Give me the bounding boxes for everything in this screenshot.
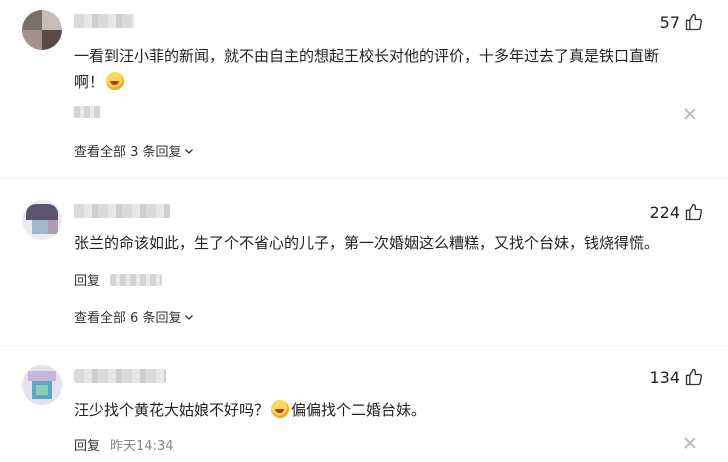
like-count: 134	[649, 367, 680, 387]
comment-text: 一看到汪小菲的新闻，就不由自主的想起王校长对他的评价，十多年过去了真是铁口直断 …	[74, 47, 660, 91]
chevron-down-icon	[184, 148, 193, 154]
like-count: 57	[659, 12, 680, 32]
thumbs-up-icon	[685, 368, 703, 386]
thumbs-up-icon	[685, 13, 703, 31]
reply-button[interactable]: 回复	[74, 270, 100, 289]
close-icon[interactable]	[684, 108, 696, 120]
comment-item: 224 张兰的命该如此，生了个不省心的儿子，第一次婚姻这么糟糕，又找个台妹，钱烧…	[0, 190, 728, 330]
comment-text: 张兰的命该如此，生了个不省心的儿子，第一次婚姻这么糟糕，又找个台妹，钱烧得慌。	[74, 234, 660, 252]
like-button[interactable]: 57	[660, 12, 704, 32]
chevron-down-icon	[184, 314, 193, 320]
like-count: 224	[649, 202, 680, 222]
view-replies-button[interactable]: 查看全部 3 条回复	[74, 141, 194, 160]
username[interactable]	[74, 14, 134, 28]
laughing-emoji-icon	[106, 72, 125, 90]
like-button[interactable]: 134	[649, 367, 704, 387]
blurred-meta	[74, 106, 100, 118]
comment-meta: 回复 昨天14:34	[74, 435, 173, 454]
timestamp: 昨天14:34	[110, 439, 174, 454]
view-replies-button[interactable]: 查看全部 6 条回复	[74, 307, 194, 326]
comment-meta	[74, 106, 100, 118]
username[interactable]	[74, 369, 166, 383]
comment-text: 汪少找个黄花大姑娘不好吗？ 偏偏找个二婚台妹。	[74, 400, 427, 419]
divider	[0, 345, 728, 346]
divider	[0, 178, 728, 179]
username[interactable]	[74, 204, 170, 218]
close-icon[interactable]	[684, 437, 696, 449]
avatar[interactable]	[22, 200, 62, 240]
laughing-emoji-icon	[271, 400, 290, 418]
comment-item: 134 汪少找个黄花大姑娘不好吗？ 偏偏找个二婚台妹。 回复 昨天14:34	[0, 355, 728, 462]
comment-meta: 回复	[74, 270, 163, 289]
avatar[interactable]	[22, 365, 62, 405]
avatar[interactable]	[22, 10, 62, 50]
thumbs-up-icon	[685, 203, 703, 221]
blurred-meta	[110, 273, 163, 286]
reply-button[interactable]: 回复	[74, 435, 100, 454]
comment-item: 57 一看到汪小菲的新闻，就不由自主的想起王校长对他的评价，十多年过去了真是铁口…	[0, 0, 728, 170]
like-button[interactable]: 224	[649, 202, 704, 222]
